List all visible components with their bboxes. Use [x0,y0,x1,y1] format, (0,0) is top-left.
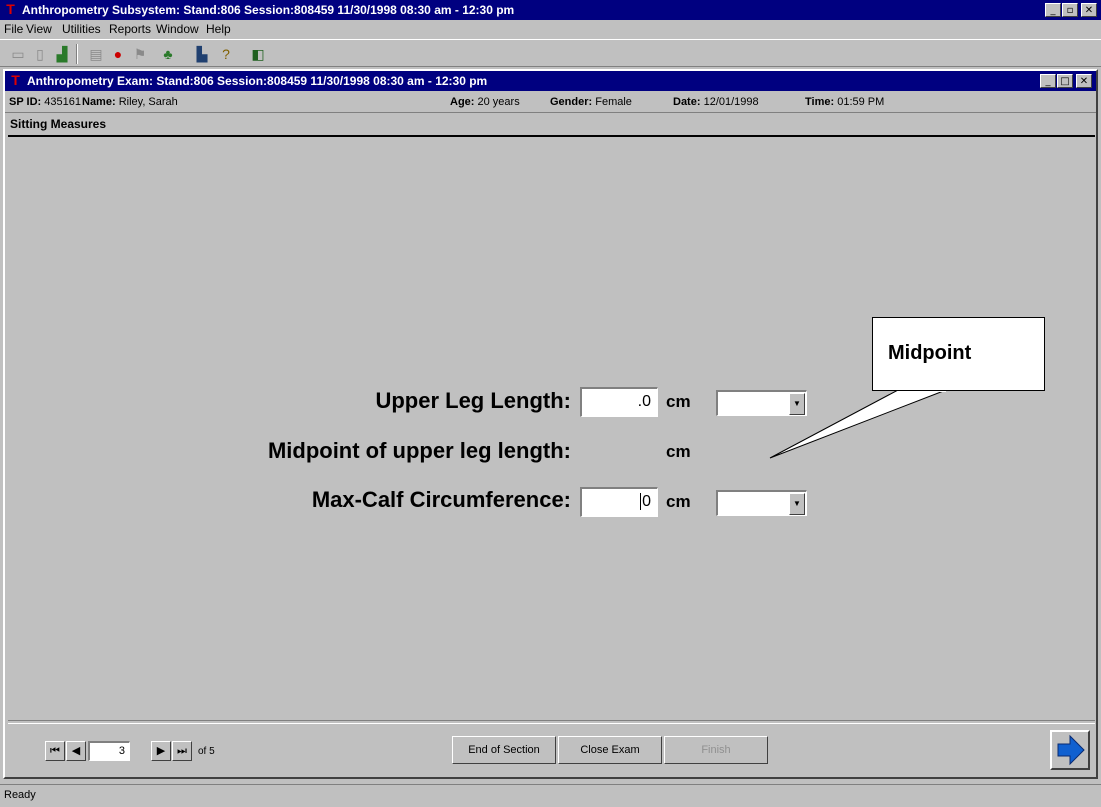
date-value: 12/01/1998 [703,96,759,108]
arrow-right-icon [1057,734,1085,766]
page-count: of 5 [198,746,215,757]
sp-id: SP ID: 435161 [9,96,81,108]
time-label: Time: [805,96,835,108]
age-label: Age: [450,96,475,108]
status-text: Ready [4,789,36,801]
next-section-button[interactable] [1050,730,1090,770]
name-value: Riley, Sarah [118,96,178,108]
max-calf-circumference-unit: cm [666,492,691,511]
sp-id-label: SP ID: [9,96,42,108]
document-icon[interactable]: ▯ [30,44,50,64]
help-book-icon[interactable]: ▙ [192,44,212,64]
end-of-section-button[interactable]: End of Section [452,736,556,764]
section-title: Sitting Measures [10,117,107,131]
gender-value: Female [595,96,632,108]
callout-pointer [769,389,947,459]
date-label: Date: [673,96,701,108]
midpoint-callout-text: Midpoint [888,342,972,364]
next-page-icon[interactable]: ▶ [151,741,171,761]
max-calf-circumference-comment-select[interactable]: ▼ [716,490,807,516]
time-value: 01:59 PM [837,96,885,108]
participant-name: Name: Riley, Sarah [82,96,178,108]
status-bar: Ready [0,784,1101,807]
participant-age: Age: 20 years [450,96,520,108]
folder-icon[interactable]: ▭ [8,44,28,64]
app-title: Anthropometry Subsystem: Stand:806 Sessi… [22,3,515,17]
toolbar-separator [76,44,78,64]
app-icon: T [6,1,15,17]
exam-window-icon: T [11,72,20,88]
close-exam-button[interactable]: Close Exam [558,736,662,764]
age-value: 20 years [477,96,520,108]
minimize-icon[interactable]: _ [1045,3,1061,17]
finish-button[interactable]: Finish [664,736,768,764]
menu-file[interactable]: File [4,22,23,36]
upper-leg-length-label: Upper Leg Length: [375,388,571,413]
help-question-icon[interactable]: ? [216,44,236,64]
menu-reports[interactable]: Reports [109,22,151,36]
chevron-down-icon[interactable]: ▼ [789,493,805,515]
last-page-icon[interactable]: ⏭ [172,741,192,761]
name-label: Name: [82,96,116,108]
chart-icon[interactable]: ▟ [52,44,72,64]
sp-id-value: 435161 [44,96,81,108]
exam-time: Time: 01:59 PM [805,96,884,108]
restore-icon[interactable]: ▫ [1062,3,1078,17]
menu-bar: File View Utilities Reports Window Help [0,20,1101,39]
person-icon[interactable]: ♣ [158,44,178,64]
participant-gender: Gender: Female [550,96,632,108]
exam-window-titlebar: T Anthropometry Exam: Stand:806 Session:… [5,71,1096,91]
upper-leg-length-input[interactable]: .0 [580,387,658,417]
midpoint-unit: cm [666,442,691,461]
record-icon[interactable]: ● [108,44,128,64]
participant-info-bar: SP ID: 435161 Name: Riley, Sarah Age: 20… [5,92,1096,113]
menu-utilities[interactable]: Utilities [62,22,101,36]
menu-view[interactable]: View [26,22,52,36]
menu-window[interactable]: Window [156,22,199,36]
exit-door-icon[interactable]: ◧ [248,44,268,64]
close-icon[interactable]: ✕ [1081,3,1097,17]
midpoint-label: Midpoint of upper leg length: [267,438,571,463]
print-icon[interactable]: ▤ [86,44,106,64]
exam-date: Date: 12/01/1998 [673,96,759,108]
bottom-divider [8,720,1095,724]
app-titlebar: T Anthropometry Subsystem: Stand:806 Ses… [0,0,1101,20]
max-calf-circumference-value: 0 [640,493,651,510]
previous-page-icon[interactable]: ◀ [66,741,86,761]
child-minimize-icon[interactable]: _ [1040,74,1056,88]
child-close-icon[interactable]: ✕ [1076,74,1092,88]
menu-help[interactable]: Help [206,22,231,36]
toolbar: ▭ ▯ ▟ ▤ ● ⚑ ♣ ▙ ? ◧ [0,39,1101,67]
page-number-input[interactable]: 3 [88,741,130,761]
section-divider [8,135,1095,137]
gender-label: Gender: [550,96,593,108]
exam-window-title: Anthropometry Exam: Stand:806 Session:80… [27,74,488,88]
child-maximize-icon[interactable]: □ [1057,74,1073,88]
max-calf-circumference-label: Max-Calf Circumference: [311,487,571,512]
upper-leg-length-unit: cm [666,392,691,411]
first-page-icon[interactable]: ⏮ [45,741,65,761]
flag-icon[interactable]: ⚑ [130,44,150,64]
max-calf-circumference-input[interactable]: 0 [580,487,658,517]
